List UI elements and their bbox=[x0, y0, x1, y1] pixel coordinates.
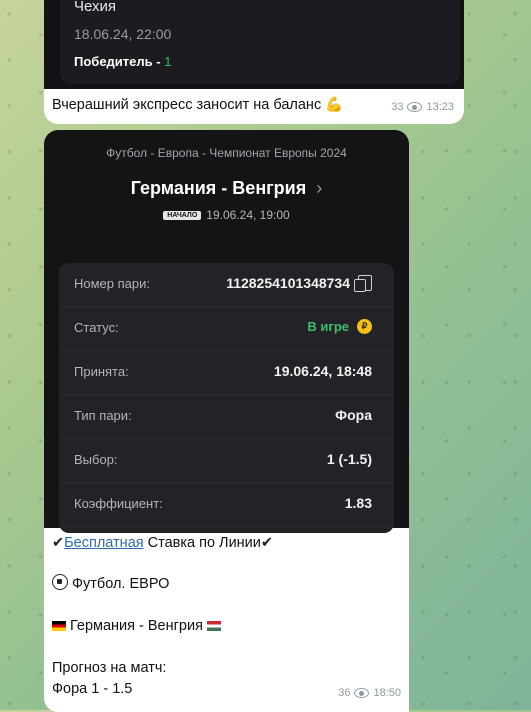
views-count: 33 bbox=[391, 101, 404, 113]
chevron-right-icon: › bbox=[311, 178, 323, 198]
bet-status: В игре bbox=[307, 319, 349, 334]
message-time: 18:50 bbox=[373, 687, 401, 699]
table-row: Статус: В игре ₽ bbox=[59, 307, 394, 351]
row-value: 1.83 bbox=[344, 495, 372, 511]
check-icon: ✔ bbox=[52, 535, 65, 551]
forecast-label: Прогноз на матч: bbox=[52, 660, 167, 676]
row-label: Принята: bbox=[74, 364, 129, 379]
row-value: 1 (-1.5) bbox=[326, 451, 372, 467]
message-meta: 33 13:23 bbox=[391, 101, 454, 113]
sport-label: Футбол. ЕВРО bbox=[72, 576, 170, 592]
table-row: Номер пари: 1128254101348734 bbox=[59, 263, 394, 307]
winner-label: Победитель - bbox=[74, 54, 161, 69]
table-row: Выбор: 1 (-1.5) bbox=[59, 439, 394, 483]
row-label: Выбор: bbox=[74, 452, 118, 467]
message-bubble-bet[interactable]: Футбол - Европа - Чемпионат Европы 2024 … bbox=[44, 130, 409, 712]
table-row: Принята: 19.06.24, 18:48 bbox=[59, 351, 394, 395]
message-time: 13:23 bbox=[426, 101, 454, 113]
post-match: Германия - Венгрия bbox=[52, 617, 221, 635]
bet-screenshot[interactable]: Футбол - Европа - Чемпионат Европы 2024 … bbox=[44, 130, 409, 533]
hungary-flag-icon bbox=[206, 621, 221, 631]
start-datetime: 19.06.24, 19:00 bbox=[206, 208, 290, 222]
headline-rest: Ставка по Линии bbox=[143, 535, 261, 551]
start-badge: НАЧАЛО bbox=[163, 210, 202, 220]
row-label: Тип пари: bbox=[74, 408, 132, 423]
match-name: Германия - Венгрия bbox=[130, 178, 307, 198]
row-value: 1128254101348734 bbox=[226, 275, 372, 292]
match-title: Германия - Венгрия › bbox=[44, 178, 409, 199]
winner-value: 1 bbox=[164, 54, 172, 69]
card-country: Чехия bbox=[74, 0, 117, 15]
views-count: 36 bbox=[338, 687, 351, 699]
row-label: Статус: bbox=[74, 320, 119, 335]
row-label: Коэффициент: bbox=[74, 496, 163, 511]
check-icon: ✔ bbox=[260, 535, 274, 551]
soccer-ball-icon bbox=[52, 574, 68, 590]
breadcrumb: Футбол - Европа - Чемпионат Европы 2024 bbox=[106, 146, 347, 160]
eye-icon bbox=[354, 688, 370, 698]
match-start: НАЧАЛО 19.06.24, 19:00 bbox=[44, 208, 409, 222]
bet-number: 1128254101348734 bbox=[226, 275, 350, 291]
row-label: Номер пари: bbox=[74, 276, 151, 291]
message-bubble-express[interactable]: Чехия 18.06.24, 22:00 Победитель - 1 Вче… bbox=[44, 0, 464, 124]
card-winner: Победитель - 1 bbox=[74, 54, 171, 69]
post-sport: Футбол. ЕВРО bbox=[52, 574, 169, 593]
row-value: Фора bbox=[335, 407, 372, 423]
table-row: Коэффициент: 1.83 bbox=[59, 483, 394, 527]
eye-icon bbox=[407, 102, 423, 112]
bet-details-table: Номер пари: 1128254101348734 Статус: В и… bbox=[59, 263, 394, 533]
row-value: 19.06.24, 18:48 bbox=[273, 363, 372, 379]
message-meta: 36 18:50 bbox=[338, 687, 401, 699]
germany-flag-icon bbox=[52, 621, 66, 631]
free-link[interactable]: Бесплатная bbox=[64, 535, 143, 551]
ruble-coin-icon: ₽ bbox=[357, 319, 372, 334]
table-row: Тип пари: Фора bbox=[59, 395, 394, 439]
forecast-value: Фора 1 - 1.5 bbox=[52, 681, 133, 697]
message-caption: Вчерашний экспресс заносит на баланс 💪 bbox=[52, 97, 344, 113]
card-datetime: 18.06.24, 22:00 bbox=[74, 26, 172, 42]
row-value: В игре ₽ bbox=[307, 319, 372, 334]
copy-icon bbox=[354, 275, 372, 292]
post-headline: ✔Бесплатная Ставка по Линии✔ bbox=[52, 534, 273, 552]
bet-card: Чехия 18.06.24, 22:00 Победитель - 1 bbox=[60, 0, 460, 84]
message-image[interactable]: Чехия 18.06.24, 22:00 Победитель - 1 bbox=[44, 0, 464, 89]
match-label: Германия - Венгрия bbox=[70, 618, 203, 634]
